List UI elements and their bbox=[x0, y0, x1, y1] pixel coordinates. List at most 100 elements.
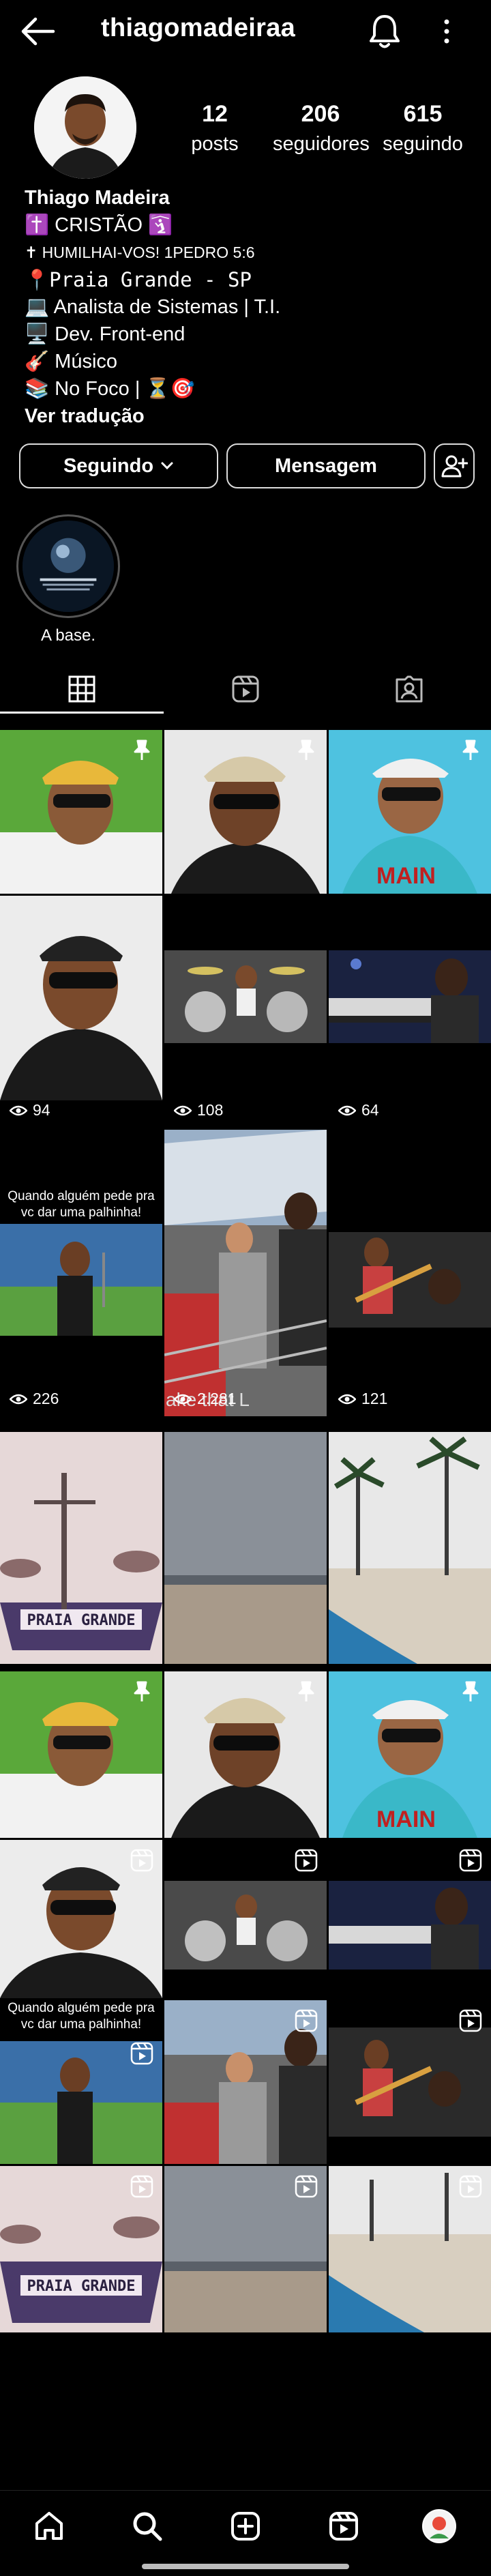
nav-home[interactable] bbox=[29, 2506, 70, 2547]
bio-line: ✝ HUMILHAI-VOS! 1PEDRO 5:6 bbox=[25, 244, 255, 261]
post-thumbnail[interactable] bbox=[329, 1432, 491, 1664]
followers-count-label: seguidores bbox=[273, 133, 370, 155]
stadium-crowd-image bbox=[164, 1130, 327, 1416]
tab-tagged[interactable] bbox=[327, 666, 491, 712]
reel-thumbnail[interactable] bbox=[329, 2166, 491, 2332]
reel-thumbnail[interactable] bbox=[164, 1840, 327, 1998]
pinned-icon bbox=[462, 740, 479, 760]
reel-thumbnail[interactable]: PRAIA GRANDE bbox=[0, 2166, 162, 2332]
home-icon bbox=[35, 2512, 63, 2540]
more-options-icon[interactable] bbox=[440, 18, 453, 45]
following-button-label: Seguindo bbox=[63, 454, 154, 477]
tab-reels[interactable] bbox=[164, 666, 327, 712]
suggest-people-button[interactable] bbox=[434, 443, 475, 488]
profile-avatar[interactable] bbox=[34, 76, 136, 179]
notification-bell-icon[interactable] bbox=[367, 12, 402, 50]
praia-grande-boat-image: PRAIA GRANDE bbox=[0, 1432, 162, 1664]
reel-thumbnail[interactable] bbox=[329, 1840, 491, 1998]
post-thumbnail[interactable] bbox=[164, 730, 327, 894]
following-count[interactable]: 615 seguindo bbox=[382, 101, 464, 156]
reels-icon bbox=[130, 1849, 153, 1872]
svg-text:PRAIA GRANDE: PRAIA GRANDE bbox=[27, 1612, 136, 1629]
reel-thumbnail[interactable] bbox=[329, 2000, 491, 2164]
nav-create[interactable] bbox=[225, 2506, 266, 2547]
svg-text:MAIN: MAIN bbox=[376, 1806, 436, 1832]
view-count-value: 108 bbox=[197, 1101, 224, 1119]
back-arrow-icon[interactable] bbox=[20, 16, 56, 46]
nav-search[interactable] bbox=[127, 2506, 168, 2547]
singer-meme-image bbox=[0, 1130, 162, 1416]
post-thumbnail[interactable]: 94 bbox=[0, 896, 162, 1128]
view-count: 226 bbox=[10, 1390, 59, 1408]
bio-line: 🎸 Músico bbox=[25, 351, 118, 372]
reels-icon bbox=[459, 1849, 482, 1872]
profile-bio: Thiago Madeira ✝️ CRISTÃO 🛐 ✝ HUMILHAI-V… bbox=[25, 184, 475, 430]
post-thumbnail[interactable] bbox=[164, 1432, 327, 1664]
create-post-icon bbox=[231, 2512, 260, 2541]
reels-icon bbox=[295, 2175, 318, 2198]
following-button[interactable]: Seguindo bbox=[19, 443, 218, 488]
pinned-icon bbox=[298, 740, 314, 760]
nav-profile[interactable] bbox=[419, 2506, 460, 2547]
reel-thumbnail[interactable]: Quando alguém pede pra vc dar uma palhin… bbox=[0, 2000, 162, 2164]
svg-text:MAIN: MAIN bbox=[376, 863, 436, 889]
reels-icon bbox=[329, 2512, 358, 2541]
reels-icon bbox=[295, 2009, 318, 2032]
bio-line: 💻 Analista de Sistemas | T.I. bbox=[25, 296, 281, 318]
reel-caption-overlay: Quando alguém pede pra vc dar uma palhin… bbox=[8, 2001, 155, 2032]
reel-thumbnail[interactable] bbox=[164, 1671, 327, 1838]
profile-username: thiagomadeiraa bbox=[101, 14, 296, 42]
view-count: 108 bbox=[174, 1101, 223, 1119]
nav-reels[interactable] bbox=[323, 2506, 364, 2547]
post-caption-overlay: Quando alguém pede pra vc dar uma palhin… bbox=[8, 1189, 155, 1220]
eye-icon bbox=[10, 1105, 27, 1115]
reels-icon bbox=[232, 675, 259, 703]
posts-count-value: 12 bbox=[202, 101, 228, 127]
post-thumbnail[interactable]: Quando alguém pede pra vc dar uma palhin… bbox=[0, 1130, 162, 1416]
posts-count: 12 posts bbox=[184, 101, 246, 156]
following-count-label: seguindo bbox=[383, 133, 463, 155]
tab-posts-grid[interactable] bbox=[0, 666, 164, 714]
view-count: 64 bbox=[338, 1101, 379, 1119]
svg-text:PRAIA GRANDE: PRAIA GRANDE bbox=[27, 2278, 136, 2295]
view-count: 94 bbox=[10, 1101, 50, 1119]
eye-icon bbox=[174, 1394, 192, 1404]
reel-thumbnail[interactable] bbox=[0, 1840, 162, 1998]
followers-count[interactable]: 206 seguidores bbox=[273, 101, 370, 156]
view-count-value: 2.281 bbox=[197, 1390, 237, 1407]
post-thumbnail[interactable]: ake that L 2.281 bbox=[164, 1130, 327, 1416]
profile-tabs bbox=[0, 666, 491, 714]
reels-icon bbox=[130, 2042, 153, 2065]
add-person-icon bbox=[441, 455, 468, 478]
guitarist-image bbox=[329, 1130, 491, 1416]
bio-line: 📚 No Foco | ⏳🎯 bbox=[25, 378, 195, 400]
selfie-cap-image bbox=[0, 896, 162, 1128]
tagged-icon bbox=[396, 675, 423, 703]
reels-icon bbox=[130, 2175, 153, 2198]
post-thumbnail[interactable]: MAIN bbox=[329, 730, 491, 894]
reel-thumbnail[interactable] bbox=[0, 1671, 162, 1838]
post-thumbnail[interactable]: 121 bbox=[329, 1130, 491, 1416]
see-translation-link[interactable]: Ver tradução bbox=[25, 402, 475, 430]
keyboard-stage-image bbox=[329, 896, 491, 1128]
reel-thumbnail[interactable]: MAIN bbox=[329, 1671, 491, 1838]
reel-thumbnail[interactable] bbox=[164, 2000, 327, 2164]
drummer-video-image bbox=[164, 896, 327, 1128]
message-button[interactable]: Mensagem bbox=[226, 443, 426, 488]
reel-thumbnail[interactable] bbox=[164, 2166, 327, 2332]
view-count: 121 bbox=[338, 1390, 387, 1408]
post-thumbnail[interactable]: 108 bbox=[164, 896, 327, 1128]
eye-icon bbox=[10, 1394, 27, 1404]
bio-line: 📍Praia Grande - SP bbox=[25, 268, 252, 291]
following-count-value: 615 bbox=[403, 101, 443, 127]
followers-count-value: 206 bbox=[301, 101, 340, 127]
story-highlight[interactable]: A base. bbox=[16, 514, 120, 645]
eye-icon bbox=[338, 1105, 356, 1115]
reels-icon bbox=[459, 2009, 482, 2032]
post-thumbnail[interactable]: 64 bbox=[329, 896, 491, 1128]
eye-icon bbox=[174, 1105, 192, 1115]
post-thumbnail[interactable] bbox=[0, 730, 162, 894]
post-thumbnail[interactable]: PRAIA GRANDE bbox=[0, 1432, 162, 1664]
search-icon bbox=[133, 2512, 162, 2541]
profile-display-name: Thiago Madeira bbox=[25, 187, 170, 209]
